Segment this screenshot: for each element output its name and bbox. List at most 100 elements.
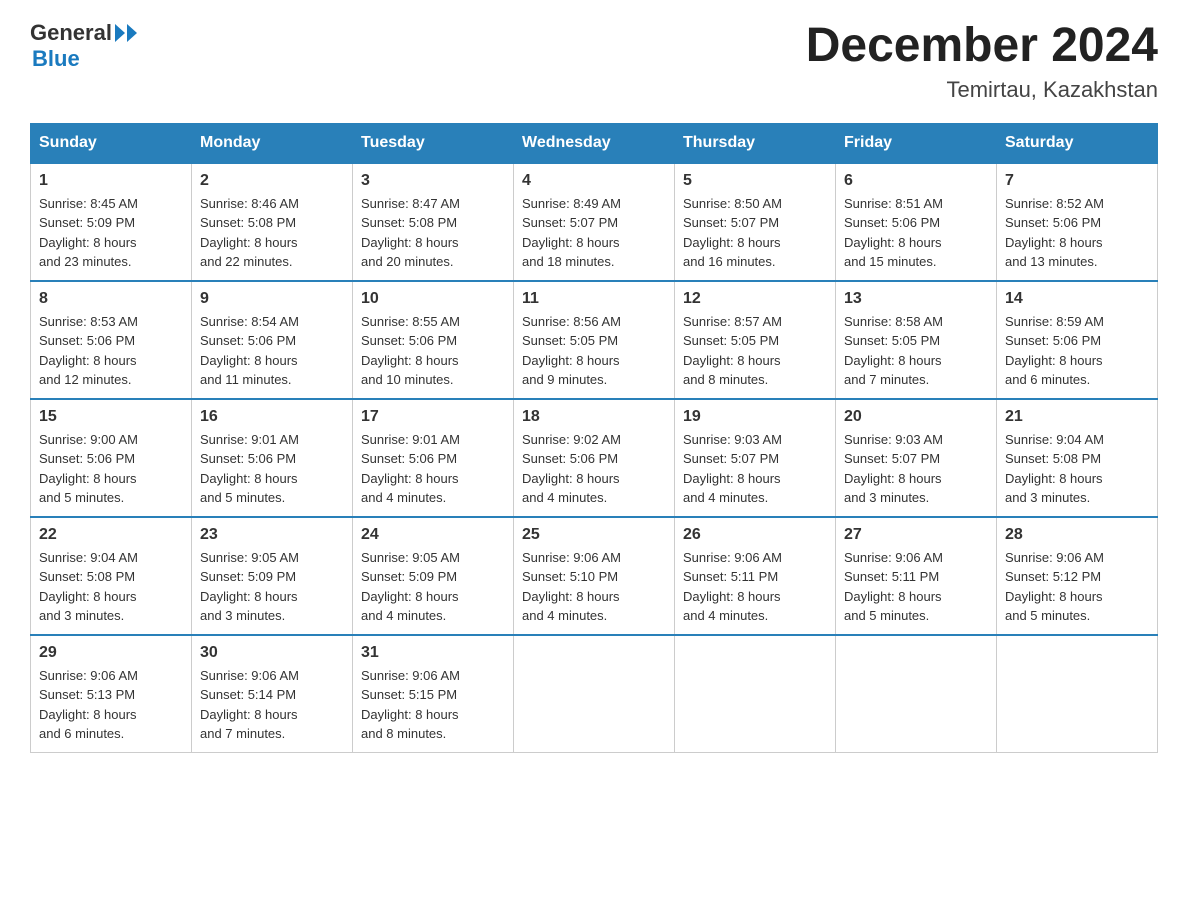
day-info: Sunrise: 9:00 AM Sunset: 5:06 PM Dayligh… <box>39 430 183 508</box>
day-number: 14 <box>1005 290 1149 308</box>
day-info: Sunrise: 9:05 AM Sunset: 5:09 PM Dayligh… <box>361 548 505 626</box>
day-number: 27 <box>844 526 988 544</box>
day-info: Sunrise: 9:02 AM Sunset: 5:06 PM Dayligh… <box>522 430 666 508</box>
calendar-cell <box>514 635 675 753</box>
col-header-saturday: Saturday <box>997 123 1158 163</box>
day-number: 21 <box>1005 408 1149 426</box>
day-number: 2 <box>200 172 344 190</box>
calendar-cell: 5 Sunrise: 8:50 AM Sunset: 5:07 PM Dayli… <box>675 163 836 281</box>
day-number: 16 <box>200 408 344 426</box>
day-number: 5 <box>683 172 827 190</box>
day-info: Sunrise: 9:05 AM Sunset: 5:09 PM Dayligh… <box>200 548 344 626</box>
day-info: Sunrise: 8:49 AM Sunset: 5:07 PM Dayligh… <box>522 194 666 272</box>
calendar-cell: 24 Sunrise: 9:05 AM Sunset: 5:09 PM Dayl… <box>353 517 514 635</box>
day-info: Sunrise: 8:59 AM Sunset: 5:06 PM Dayligh… <box>1005 312 1149 390</box>
calendar-cell: 22 Sunrise: 9:04 AM Sunset: 5:08 PM Dayl… <box>31 517 192 635</box>
day-number: 19 <box>683 408 827 426</box>
day-info: Sunrise: 8:54 AM Sunset: 5:06 PM Dayligh… <box>200 312 344 390</box>
calendar-cell: 2 Sunrise: 8:46 AM Sunset: 5:08 PM Dayli… <box>192 163 353 281</box>
logo-general-text: General <box>30 20 112 46</box>
calendar-cell: 11 Sunrise: 8:56 AM Sunset: 5:05 PM Dayl… <box>514 281 675 399</box>
calendar-header-row: SundayMondayTuesdayWednesdayThursdayFrid… <box>31 123 1158 163</box>
calendar-week-row: 1 Sunrise: 8:45 AM Sunset: 5:09 PM Dayli… <box>31 163 1158 281</box>
calendar-cell: 4 Sunrise: 8:49 AM Sunset: 5:07 PM Dayli… <box>514 163 675 281</box>
day-info: Sunrise: 8:52 AM Sunset: 5:06 PM Dayligh… <box>1005 194 1149 272</box>
title-section: December 2024 Temirtau, Kazakhstan <box>806 20 1158 103</box>
calendar-cell: 25 Sunrise: 9:06 AM Sunset: 5:10 PM Dayl… <box>514 517 675 635</box>
day-info: Sunrise: 9:06 AM Sunset: 5:10 PM Dayligh… <box>522 548 666 626</box>
day-info: Sunrise: 9:01 AM Sunset: 5:06 PM Dayligh… <box>361 430 505 508</box>
day-info: Sunrise: 9:06 AM Sunset: 5:12 PM Dayligh… <box>1005 548 1149 626</box>
logo-blue-text: Blue <box>32 46 137 72</box>
calendar-week-row: 22 Sunrise: 9:04 AM Sunset: 5:08 PM Dayl… <box>31 517 1158 635</box>
calendar-cell: 17 Sunrise: 9:01 AM Sunset: 5:06 PM Dayl… <box>353 399 514 517</box>
location-subtitle: Temirtau, Kazakhstan <box>806 77 1158 103</box>
day-number: 9 <box>200 290 344 308</box>
calendar-cell: 6 Sunrise: 8:51 AM Sunset: 5:06 PM Dayli… <box>836 163 997 281</box>
day-number: 23 <box>200 526 344 544</box>
month-year-title: December 2024 <box>806 20 1158 73</box>
calendar-week-row: 15 Sunrise: 9:00 AM Sunset: 5:06 PM Dayl… <box>31 399 1158 517</box>
calendar-cell: 10 Sunrise: 8:55 AM Sunset: 5:06 PM Dayl… <box>353 281 514 399</box>
day-info: Sunrise: 8:51 AM Sunset: 5:06 PM Dayligh… <box>844 194 988 272</box>
day-number: 8 <box>39 290 183 308</box>
calendar-cell: 16 Sunrise: 9:01 AM Sunset: 5:06 PM Dayl… <box>192 399 353 517</box>
day-info: Sunrise: 8:57 AM Sunset: 5:05 PM Dayligh… <box>683 312 827 390</box>
day-info: Sunrise: 9:04 AM Sunset: 5:08 PM Dayligh… <box>1005 430 1149 508</box>
day-number: 22 <box>39 526 183 544</box>
calendar-cell: 26 Sunrise: 9:06 AM Sunset: 5:11 PM Dayl… <box>675 517 836 635</box>
day-number: 25 <box>522 526 666 544</box>
day-number: 30 <box>200 644 344 662</box>
day-number: 10 <box>361 290 505 308</box>
calendar-cell: 20 Sunrise: 9:03 AM Sunset: 5:07 PM Dayl… <box>836 399 997 517</box>
col-header-sunday: Sunday <box>31 123 192 163</box>
day-info: Sunrise: 9:06 AM Sunset: 5:11 PM Dayligh… <box>683 548 827 626</box>
day-number: 24 <box>361 526 505 544</box>
calendar-cell: 19 Sunrise: 9:03 AM Sunset: 5:07 PM Dayl… <box>675 399 836 517</box>
day-number: 11 <box>522 290 666 308</box>
day-info: Sunrise: 8:56 AM Sunset: 5:05 PM Dayligh… <box>522 312 666 390</box>
day-number: 31 <box>361 644 505 662</box>
calendar-cell: 15 Sunrise: 9:00 AM Sunset: 5:06 PM Dayl… <box>31 399 192 517</box>
calendar-cell: 14 Sunrise: 8:59 AM Sunset: 5:06 PM Dayl… <box>997 281 1158 399</box>
logo: General Blue <box>30 20 137 72</box>
calendar-cell: 1 Sunrise: 8:45 AM Sunset: 5:09 PM Dayli… <box>31 163 192 281</box>
day-info: Sunrise: 9:03 AM Sunset: 5:07 PM Dayligh… <box>844 430 988 508</box>
day-info: Sunrise: 8:58 AM Sunset: 5:05 PM Dayligh… <box>844 312 988 390</box>
calendar-cell: 3 Sunrise: 8:47 AM Sunset: 5:08 PM Dayli… <box>353 163 514 281</box>
day-number: 6 <box>844 172 988 190</box>
day-number: 7 <box>1005 172 1149 190</box>
day-number: 15 <box>39 408 183 426</box>
page-header: General Blue December 2024 Temirtau, Kaz… <box>30 20 1158 103</box>
calendar-cell <box>997 635 1158 753</box>
day-info: Sunrise: 9:04 AM Sunset: 5:08 PM Dayligh… <box>39 548 183 626</box>
calendar-week-row: 29 Sunrise: 9:06 AM Sunset: 5:13 PM Dayl… <box>31 635 1158 753</box>
col-header-wednesday: Wednesday <box>514 123 675 163</box>
day-info: Sunrise: 9:03 AM Sunset: 5:07 PM Dayligh… <box>683 430 827 508</box>
calendar-week-row: 8 Sunrise: 8:53 AM Sunset: 5:06 PM Dayli… <box>31 281 1158 399</box>
day-number: 26 <box>683 526 827 544</box>
day-info: Sunrise: 9:06 AM Sunset: 5:15 PM Dayligh… <box>361 666 505 744</box>
day-number: 18 <box>522 408 666 426</box>
col-header-tuesday: Tuesday <box>353 123 514 163</box>
col-header-thursday: Thursday <box>675 123 836 163</box>
calendar-table: SundayMondayTuesdayWednesdayThursdayFrid… <box>30 123 1158 753</box>
day-info: Sunrise: 8:53 AM Sunset: 5:06 PM Dayligh… <box>39 312 183 390</box>
day-number: 20 <box>844 408 988 426</box>
calendar-cell: 13 Sunrise: 8:58 AM Sunset: 5:05 PM Dayl… <box>836 281 997 399</box>
day-number: 28 <box>1005 526 1149 544</box>
calendar-cell: 9 Sunrise: 8:54 AM Sunset: 5:06 PM Dayli… <box>192 281 353 399</box>
day-number: 12 <box>683 290 827 308</box>
calendar-cell: 28 Sunrise: 9:06 AM Sunset: 5:12 PM Dayl… <box>997 517 1158 635</box>
day-number: 3 <box>361 172 505 190</box>
calendar-cell: 21 Sunrise: 9:04 AM Sunset: 5:08 PM Dayl… <box>997 399 1158 517</box>
day-info: Sunrise: 8:46 AM Sunset: 5:08 PM Dayligh… <box>200 194 344 272</box>
calendar-cell <box>675 635 836 753</box>
day-info: Sunrise: 9:06 AM Sunset: 5:13 PM Dayligh… <box>39 666 183 744</box>
calendar-cell: 12 Sunrise: 8:57 AM Sunset: 5:05 PM Dayl… <box>675 281 836 399</box>
logo-triangle-icon <box>115 24 137 42</box>
calendar-cell: 18 Sunrise: 9:02 AM Sunset: 5:06 PM Dayl… <box>514 399 675 517</box>
day-info: Sunrise: 9:06 AM Sunset: 5:11 PM Dayligh… <box>844 548 988 626</box>
calendar-cell <box>836 635 997 753</box>
day-info: Sunrise: 8:50 AM Sunset: 5:07 PM Dayligh… <box>683 194 827 272</box>
